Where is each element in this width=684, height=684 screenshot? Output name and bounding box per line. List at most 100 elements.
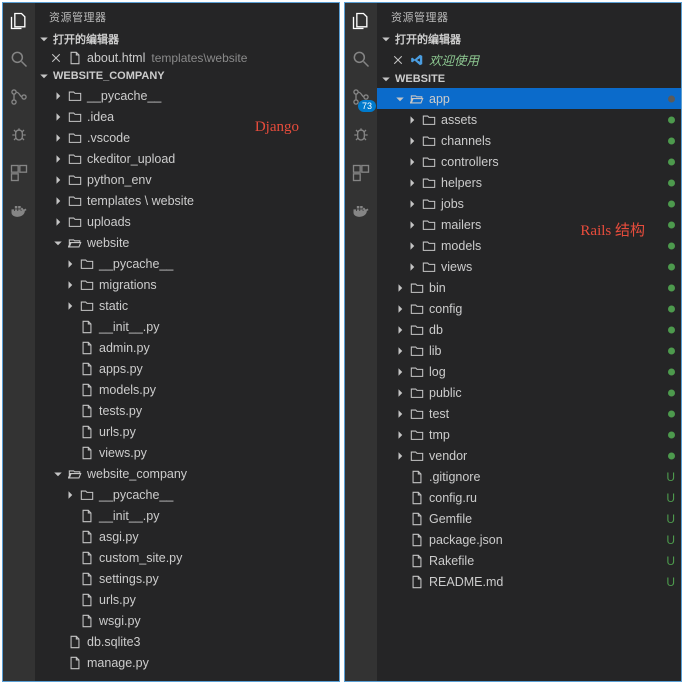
debug-tab-icon[interactable]	[7, 123, 31, 147]
tree-folder[interactable]: app	[377, 88, 681, 109]
extensions-tab-icon[interactable]	[349, 161, 373, 185]
tree-folder[interactable]: tmp	[377, 424, 681, 445]
tree-folder[interactable]: uploads	[35, 211, 339, 232]
chevron-right-icon	[51, 89, 65, 103]
tree-folder[interactable]: website_company	[35, 463, 339, 484]
tree-folder[interactable]: db	[377, 319, 681, 340]
tree-folder[interactable]: lib	[377, 340, 681, 361]
tree-folder[interactable]: controllers	[377, 151, 681, 172]
folder-icon	[409, 343, 425, 359]
tree-item-label: admin.py	[99, 341, 150, 355]
tree-file[interactable]: views.py	[35, 442, 339, 463]
docker-tab-icon[interactable]	[349, 199, 373, 223]
tree-file[interactable]: wsgi.py	[35, 610, 339, 631]
tree-file[interactable]: config.ruU	[377, 487, 681, 508]
tree-folder[interactable]: mailers	[377, 214, 681, 235]
chevron-placeholder	[393, 533, 407, 547]
folder-icon	[79, 277, 95, 293]
tree-folder[interactable]: .vscode	[35, 127, 339, 148]
folder-icon	[421, 217, 437, 233]
tree-folder[interactable]: public	[377, 382, 681, 403]
folder-icon	[409, 385, 425, 401]
tree-folder[interactable]: __pycache__	[35, 484, 339, 505]
tree-file[interactable]: asgi.py	[35, 526, 339, 547]
tree-folder[interactable]: models	[377, 235, 681, 256]
open-editor-item[interactable]: about.html templates\website	[35, 49, 339, 67]
git-status-untracked: U	[666, 470, 675, 484]
tree-file[interactable]: package.jsonU	[377, 529, 681, 550]
tree-folder[interactable]: __pycache__	[35, 85, 339, 106]
chevron-right-icon	[51, 110, 65, 124]
tree-folder[interactable]: website	[35, 232, 339, 253]
tree-folder[interactable]: vendor	[377, 445, 681, 466]
folder-icon	[421, 112, 437, 128]
tree-folder[interactable]: helpers	[377, 172, 681, 193]
folder-icon	[67, 172, 83, 188]
workspace-header[interactable]: WEBSITE	[377, 70, 681, 88]
tree-file[interactable]: urls.py	[35, 421, 339, 442]
tree-file[interactable]: RakefileU	[377, 550, 681, 571]
chevron-down-icon	[51, 467, 65, 481]
tree-item-label: tests.py	[99, 404, 142, 418]
tree-folder[interactable]: migrations	[35, 274, 339, 295]
tree-item-label: .gitignore	[429, 470, 480, 484]
tree-folder[interactable]: ckeditor_upload	[35, 148, 339, 169]
chevron-placeholder	[63, 362, 77, 376]
tree-folder[interactable]: test	[377, 403, 681, 424]
tree-file[interactable]: settings.py	[35, 568, 339, 589]
open-editors-header[interactable]: 打开的编辑器	[377, 29, 681, 49]
tree-folder[interactable]: .idea	[35, 106, 339, 127]
tree-folder[interactable]: config	[377, 298, 681, 319]
tree-folder[interactable]: jobs	[377, 193, 681, 214]
status-dot	[668, 179, 675, 186]
chevron-right-icon	[393, 449, 407, 463]
scm-tab-icon[interactable]	[7, 85, 31, 109]
tree-folder[interactable]: views	[377, 256, 681, 277]
tree-file[interactable]: tests.py	[35, 400, 339, 421]
tree-file[interactable]: GemfileU	[377, 508, 681, 529]
tree-folder[interactable]: log	[377, 361, 681, 382]
open-editors-header[interactable]: 打开的编辑器	[35, 29, 339, 49]
tree-file[interactable]: db.sqlite3	[35, 631, 339, 652]
tree-folder[interactable]: python_env	[35, 169, 339, 190]
tree-file[interactable]: custom_site.py	[35, 547, 339, 568]
chevron-placeholder	[63, 530, 77, 544]
open-editor-item[interactable]: 欢迎使用	[377, 49, 681, 70]
tree-file[interactable]: models.py	[35, 379, 339, 400]
scm-tab-icon[interactable]: 73	[349, 85, 373, 109]
close-icon[interactable]	[391, 53, 405, 67]
tree-folder[interactable]: __pycache__	[35, 253, 339, 274]
tree-file[interactable]: urls.py	[35, 589, 339, 610]
tree-file[interactable]: .gitignore U	[377, 466, 681, 487]
tree-file[interactable]: manage.py	[35, 652, 339, 673]
tree-folder[interactable]: static	[35, 295, 339, 316]
explorer-tab-icon[interactable]	[349, 9, 373, 33]
tree-folder[interactable]: assets	[377, 109, 681, 130]
file-icon	[79, 340, 95, 356]
folder-icon	[409, 280, 425, 296]
search-tab-icon[interactable]	[349, 47, 373, 71]
tree-file[interactable]: README.mdU	[377, 571, 681, 592]
tree-file[interactable]: admin.py	[35, 337, 339, 358]
debug-tab-icon[interactable]	[349, 123, 373, 147]
tree-item-label: controllers	[441, 155, 499, 169]
search-tab-icon[interactable]	[7, 47, 31, 71]
tree-folder[interactable]: channels	[377, 130, 681, 151]
tree-item-label: db.sqlite3	[87, 635, 141, 649]
tree-folder[interactable]: bin	[377, 277, 681, 298]
status-dot	[668, 284, 675, 291]
folder-icon	[409, 322, 425, 338]
docker-tab-icon[interactable]	[7, 199, 31, 223]
open-editor-name: about.html	[87, 51, 145, 65]
tree-item-label: templates \ website	[87, 194, 194, 208]
explorer-tab-icon[interactable]	[7, 9, 31, 33]
workspace-header[interactable]: WEBSITE_COMPANY	[35, 67, 339, 85]
tree-file[interactable]: __init__.py	[35, 505, 339, 526]
extensions-tab-icon[interactable]	[7, 161, 31, 185]
chevron-placeholder	[393, 491, 407, 505]
tree-file[interactable]: apps.py	[35, 358, 339, 379]
tree-folder[interactable]: templates \ website	[35, 190, 339, 211]
close-icon[interactable]	[49, 51, 63, 65]
tree-file[interactable]: __init__.py	[35, 316, 339, 337]
chevron-placeholder	[393, 470, 407, 484]
